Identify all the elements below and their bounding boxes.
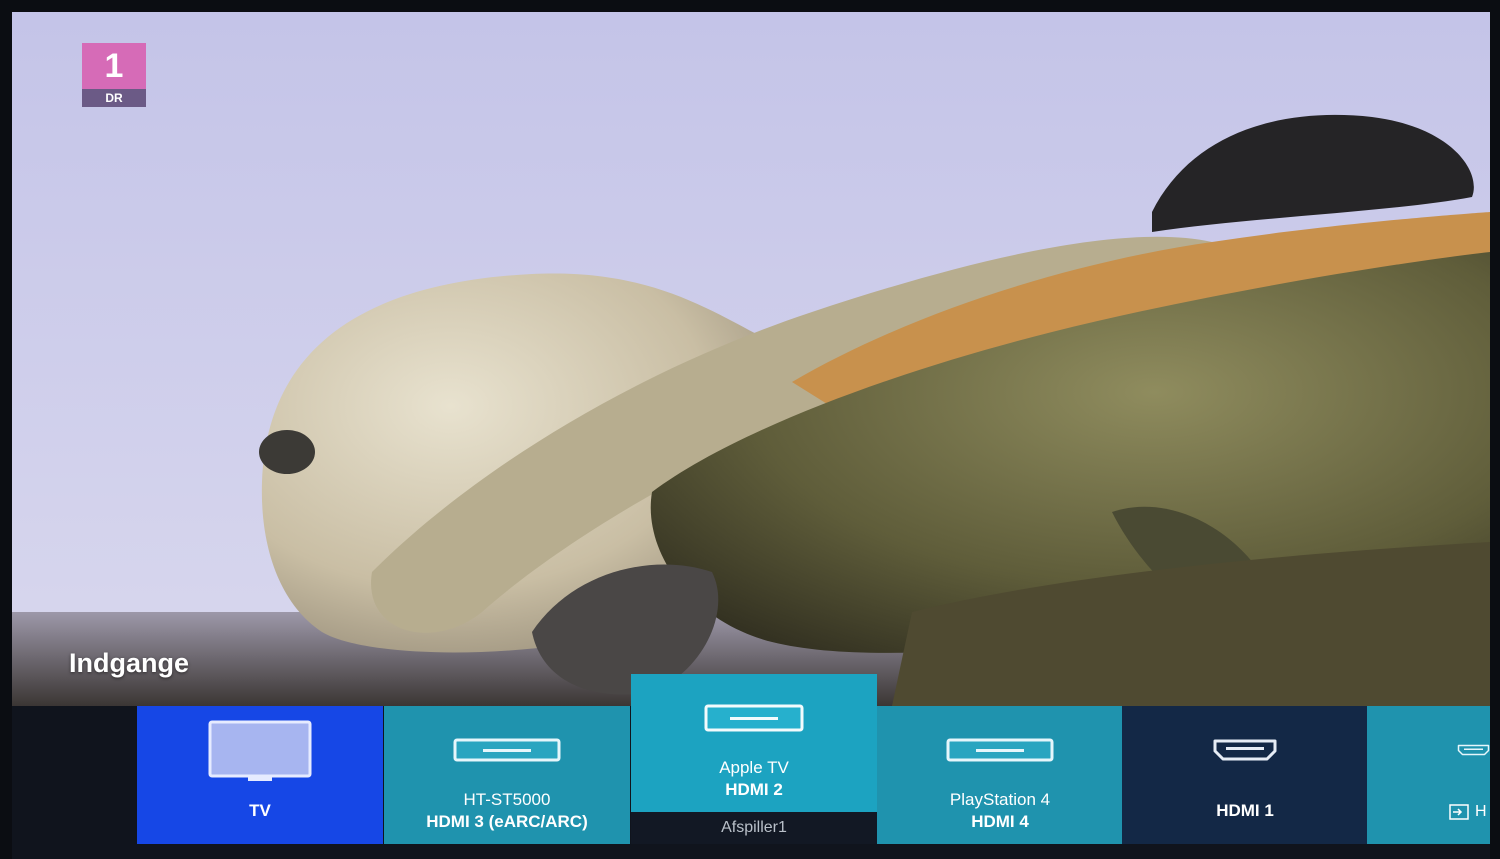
tv-screen: 1 DR Indgange TV HT-ST5000 HDMI 3 (eARC/…	[12, 12, 1490, 859]
input-tile-ht-st5000[interactable]: HT-ST5000 HDMI 3 (eARC/ARC)	[384, 706, 630, 844]
hdmi-port-icon	[1122, 738, 1368, 762]
input-source-bar: TV HT-ST5000 HDMI 3 (eARC/ARC) Apple TV …	[12, 674, 1490, 859]
input-device-caption: Afspiller1	[631, 812, 877, 844]
input-tile-tv[interactable]: TV	[137, 706, 383, 844]
partial-input-label: H	[1449, 803, 1487, 821]
input-port: HDMI 2	[725, 780, 783, 799]
input-name: TV	[249, 801, 271, 820]
input-port: HDMI 4	[971, 812, 1029, 831]
hdmi-port-icon	[1457, 738, 1490, 762]
input-port: HDMI 3 (eARC/ARC)	[426, 812, 588, 831]
input-name: HT-ST5000	[463, 790, 551, 809]
input-name: Apple TV	[719, 758, 789, 777]
tv-broadcast-image	[12, 12, 1490, 706]
input-name: HDMI 1	[1216, 801, 1274, 820]
media-player-icon	[384, 738, 630, 764]
inputs-title: Indgange	[69, 648, 189, 678]
input-tile-partial[interactable]	[1367, 706, 1490, 844]
tv-icon	[137, 720, 383, 782]
channel-logo: 1 DR	[82, 43, 146, 107]
media-player-icon	[631, 704, 877, 734]
channel-number: 1	[82, 43, 146, 89]
input-tile-playstation-4[interactable]: PlayStation 4 HDMI 4	[877, 706, 1123, 844]
channel-brand: DR	[82, 89, 146, 107]
input-source-icon	[1449, 804, 1469, 820]
input-tile-apple-tv[interactable]: Apple TV HDMI 2	[631, 674, 877, 812]
media-player-icon	[877, 738, 1123, 764]
input-name: PlayStation 4	[949, 790, 1051, 809]
input-name: H	[1475, 803, 1487, 820]
input-tile-hdmi-1[interactable]: HDMI 1	[1122, 706, 1368, 844]
